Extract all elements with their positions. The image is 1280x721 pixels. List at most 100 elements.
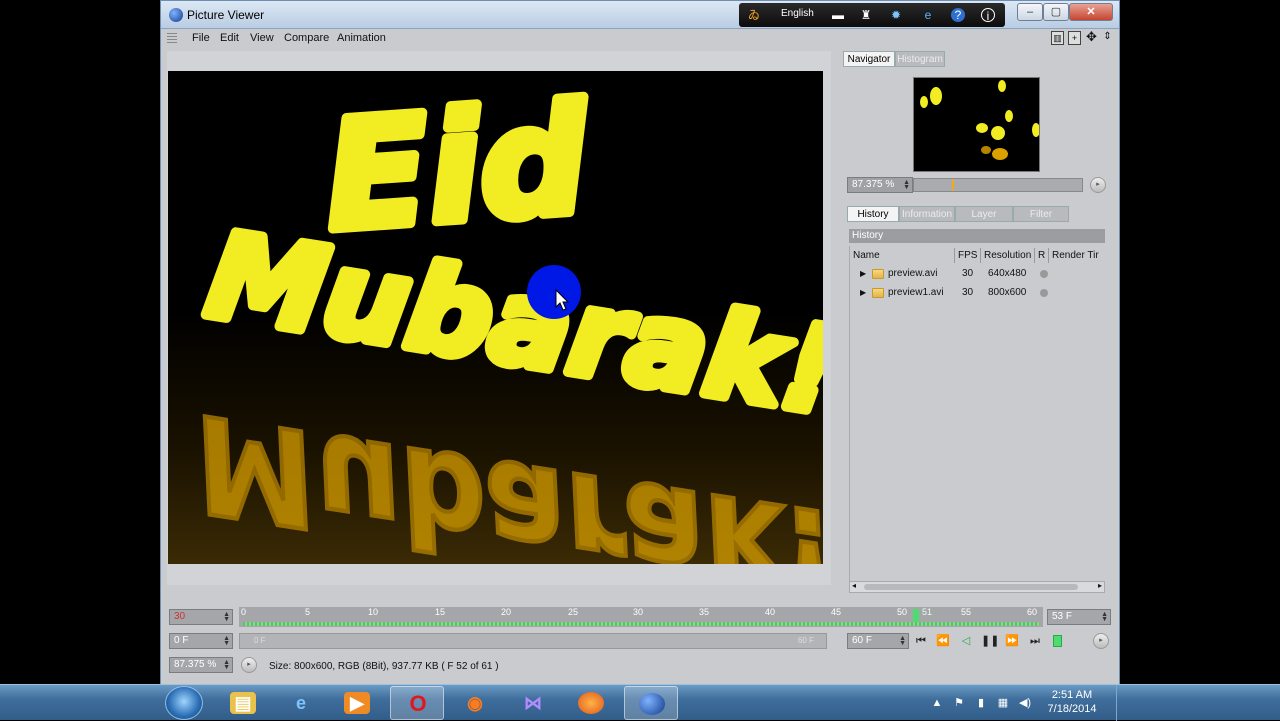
taskbar-app-flame[interactable]: ◉ bbox=[448, 686, 502, 720]
taskbar: ▤ e ▶ O ◉ ⋈ ▲ ⚑ ▮ ▦ ◀) 2:51 AM 7/18/2014 bbox=[0, 684, 1280, 721]
history-row[interactable]: ▶ preview1.avi 30 800x600 bbox=[850, 284, 1105, 302]
help-icon[interactable]: ? bbox=[951, 8, 965, 22]
tick-label: 25 bbox=[568, 607, 579, 617]
power-icon[interactable]: ▮ bbox=[974, 696, 988, 710]
taskbar-opera[interactable]: O bbox=[390, 686, 444, 720]
taskbar-ie[interactable]: e bbox=[274, 686, 328, 720]
expand-arrow-icon[interactable]: ▶ bbox=[860, 284, 866, 302]
start-button[interactable] bbox=[165, 686, 203, 720]
expand-arrow-icon[interactable]: ▶ bbox=[860, 265, 866, 283]
frame-spin-icon[interactable]: ▲ ▼ bbox=[223, 611, 230, 623]
status-zoom-spin-icon[interactable]: ▲ ▼ bbox=[223, 659, 230, 671]
action-center-icon[interactable]: ⚑ bbox=[952, 696, 966, 710]
language-logo-icon[interactable]: ゐ bbox=[747, 8, 761, 22]
menu-grip-icon bbox=[167, 33, 177, 45]
image-canvas[interactable]: Mubarak! Eid Mubarak! bbox=[168, 71, 823, 564]
move-icon[interactable]: ✥ bbox=[1085, 30, 1098, 45]
image-viewport[interactable]: Mubarak! Eid Mubarak! bbox=[167, 51, 831, 585]
gear-icon[interactable]: ✹ bbox=[889, 8, 903, 22]
column-name[interactable]: Name bbox=[850, 248, 955, 263]
expand-icon[interactable]: ⇕ bbox=[1101, 31, 1114, 45]
tab-information[interactable]: Information bbox=[899, 206, 955, 222]
zoom-slider-handle[interactable] bbox=[952, 179, 954, 191]
tick-label: 20 bbox=[501, 607, 512, 617]
status-zoom-field[interactable]: 87.375 % ▲ ▼ bbox=[169, 657, 233, 673]
scroll-right-icon[interactable]: ▸ bbox=[1098, 581, 1102, 590]
zoom-reset-button[interactable]: ▸ bbox=[1090, 177, 1106, 193]
taskbar-media[interactable]: ▶ bbox=[330, 686, 384, 720]
end-frame-field[interactable]: 53 F ▲ ▼ bbox=[1047, 609, 1111, 625]
rabbit-icon[interactable]: ♜ bbox=[859, 8, 873, 22]
tab-histogram[interactable]: Histogram bbox=[895, 51, 945, 67]
network-icon[interactable]: ▦ bbox=[996, 696, 1010, 710]
show-hidden-icons[interactable]: ▲ bbox=[930, 696, 944, 710]
tab-navigator[interactable]: Navigator bbox=[843, 51, 895, 67]
menu-animation[interactable]: Animation bbox=[337, 32, 386, 44]
taskbar-firefox[interactable] bbox=[564, 686, 618, 720]
pause-button[interactable]: ❚❚ bbox=[981, 634, 999, 648]
taskbar-visual-studio[interactable]: ⋈ bbox=[506, 686, 560, 720]
range-slider[interactable]: 0 F 60 F bbox=[239, 633, 827, 649]
go-to-start-button[interactable]: ⏮ bbox=[913, 634, 929, 648]
end-spin-icon[interactable]: ▲ ▼ bbox=[1101, 611, 1108, 623]
panel-layout-icon[interactable]: ▥ bbox=[1051, 31, 1064, 45]
tab-filter[interactable]: Filter bbox=[1013, 206, 1069, 222]
history-row[interactable]: ▶ preview.avi 30 640x480 bbox=[850, 265, 1105, 283]
close-button[interactable]: ✕ bbox=[1069, 3, 1113, 21]
tab-layer[interactable]: Layer bbox=[955, 206, 1013, 222]
language-label[interactable]: English bbox=[781, 8, 814, 19]
timeline-options-button[interactable]: ▸ bbox=[1093, 633, 1109, 649]
fps-spin-icon[interactable]: ▲ ▼ bbox=[899, 635, 906, 647]
maximize-button[interactable]: ▢ bbox=[1043, 3, 1069, 21]
zoom-spin-icon[interactable]: ▲ ▼ bbox=[903, 179, 910, 191]
tick-label: 45 bbox=[831, 607, 842, 617]
column-fps[interactable]: FPS bbox=[955, 248, 981, 263]
tab-history[interactable]: History bbox=[847, 206, 899, 222]
column-resolution[interactable]: Resolution bbox=[981, 248, 1035, 263]
zoom-slider[interactable] bbox=[913, 178, 1083, 192]
start-spin-icon[interactable]: ▲ ▼ bbox=[223, 635, 230, 647]
tick-label: 10 bbox=[368, 607, 379, 617]
render-status-icon bbox=[1040, 270, 1048, 278]
loop-indicator[interactable] bbox=[1053, 635, 1062, 647]
row-fps: 30 bbox=[962, 268, 974, 279]
clock-time: 2:51 AM bbox=[1051, 689, 1093, 701]
column-render-time[interactable]: Render Tir bbox=[1049, 248, 1105, 263]
render-status-icon bbox=[1040, 289, 1048, 297]
show-desktop-button[interactable] bbox=[1116, 685, 1128, 721]
go-to-end-button[interactable]: ⏭ bbox=[1027, 634, 1043, 648]
tick-label: 55 bbox=[961, 607, 972, 617]
history-horizontal-scrollbar[interactable]: ◂ ▸ bbox=[849, 581, 1105, 593]
play-reverse-button[interactable]: ◁ bbox=[958, 634, 974, 648]
current-frame-field[interactable]: 30 ▲ ▼ bbox=[169, 609, 233, 625]
timeline-ruler[interactable]: 0 5 10 15 20 25 30 35 40 45 50 51 55 60 bbox=[239, 607, 1043, 627]
step-back-button[interactable]: ⏪ bbox=[935, 634, 951, 648]
keyboard-icon[interactable]: ▬ bbox=[831, 8, 845, 22]
minimize-button[interactable]: – bbox=[1017, 3, 1043, 21]
column-r[interactable]: R bbox=[1035, 248, 1049, 263]
menu-compare[interactable]: Compare bbox=[284, 32, 329, 44]
menu-view[interactable]: View bbox=[250, 32, 274, 44]
volume-icon[interactable]: ◀) bbox=[1018, 696, 1032, 710]
navigator-thumbnail[interactable] bbox=[913, 77, 1040, 172]
step-forward-button[interactable]: ⏩ bbox=[1004, 634, 1020, 648]
fps-field[interactable]: 60 F ▲ ▼ bbox=[847, 633, 909, 649]
rendered-frame: Mubarak! Eid Mubarak! bbox=[168, 71, 823, 564]
ie-icon[interactable]: e bbox=[921, 8, 935, 22]
opera-icon: O bbox=[409, 691, 427, 716]
navigator-zoom-field[interactable]: 87.375 % ▲ ▼ bbox=[847, 177, 913, 193]
scrollbar-thumb[interactable] bbox=[864, 584, 1078, 590]
menu-file[interactable]: File bbox=[192, 32, 210, 44]
tick-label-current: 51 bbox=[922, 607, 933, 617]
scroll-left-icon[interactable]: ◂ bbox=[852, 581, 856, 590]
info-icon[interactable]: i bbox=[981, 8, 995, 23]
menu-edit[interactable]: Edit bbox=[220, 32, 239, 44]
taskbar-picture-viewer[interactable] bbox=[624, 686, 678, 720]
clock[interactable]: 2:51 AM 7/18/2014 bbox=[1046, 688, 1098, 716]
cursor-highlight bbox=[527, 265, 581, 319]
status-options-button[interactable]: ▸ bbox=[241, 657, 257, 673]
tick-label: 50 bbox=[897, 607, 908, 617]
new-panel-icon[interactable]: + bbox=[1068, 31, 1081, 45]
start-frame-field[interactable]: 0 F ▲ ▼ bbox=[169, 633, 233, 649]
taskbar-explorer[interactable]: ▤ bbox=[216, 686, 270, 720]
